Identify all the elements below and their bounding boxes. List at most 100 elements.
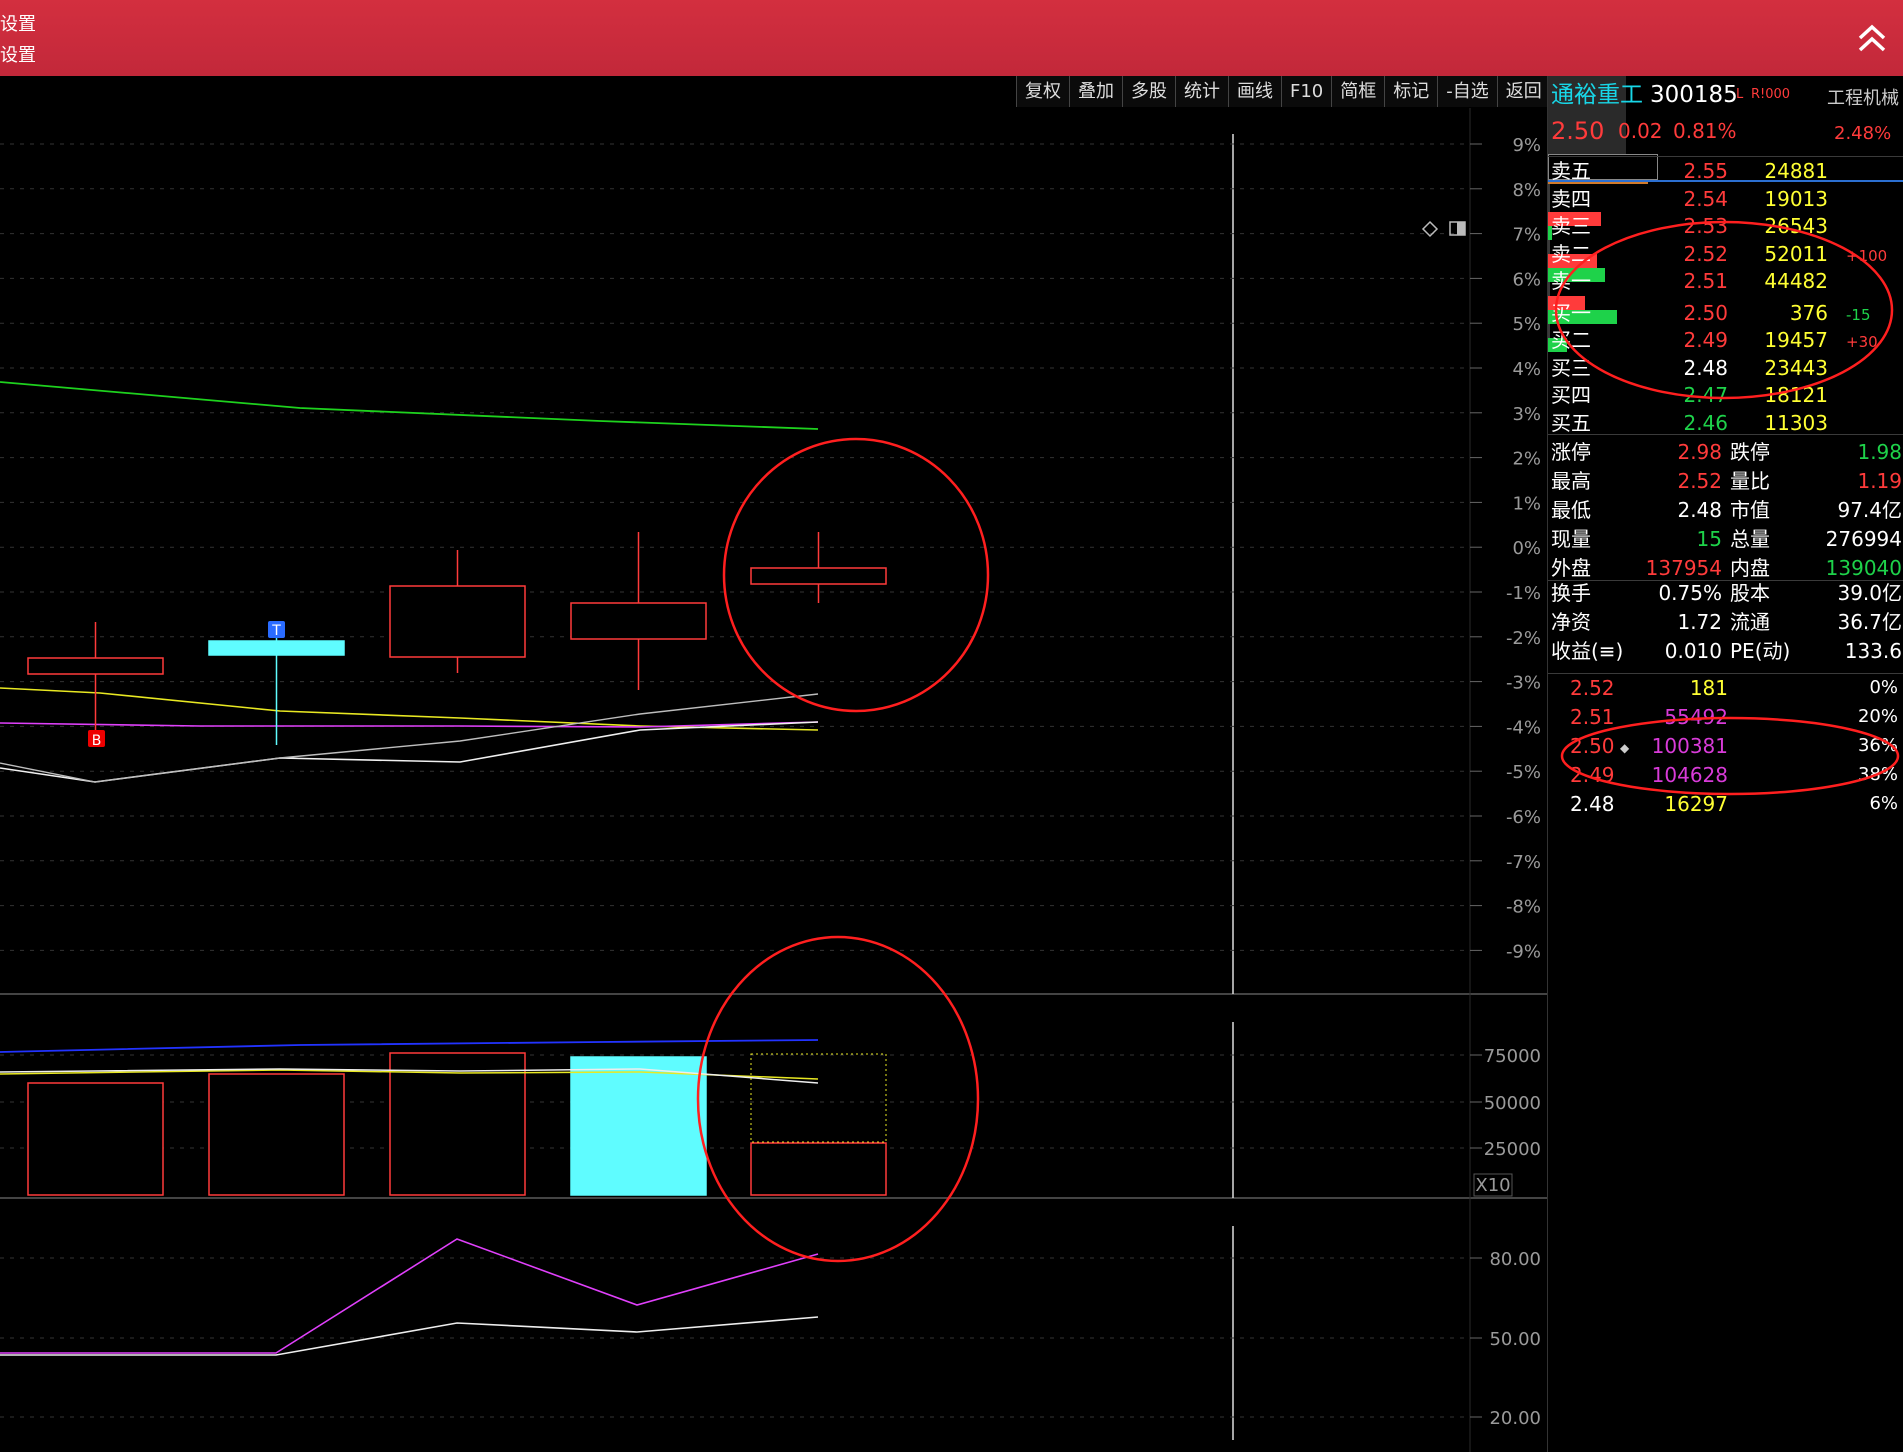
stat-label: 总量 — [1730, 527, 1770, 551]
orderbook-volume[interactable]: 18121 — [1728, 382, 1828, 408]
orderbook-volume[interactable]: 26543 — [1728, 213, 1828, 239]
stat-value: 36.7亿 — [1837, 610, 1902, 634]
pct-tick-label: -3% — [1506, 673, 1541, 694]
orderbook-price[interactable]: 2.52 — [1648, 241, 1728, 267]
kline-chart-area[interactable]: B T 9% 8% 7% 6% 5% 4% 3% 2% 1% 0% -1% -2% -3% -4% -5% -6… — [0, 108, 1547, 1452]
orderbook-price[interactable]: 2.53 — [1648, 213, 1728, 239]
toolbar-button-2[interactable]: 多股 — [1122, 76, 1175, 107]
dist-pct: 38% — [1857, 764, 1898, 785]
stat-value: 1.72 — [1677, 610, 1722, 634]
orderbook-change: +100 — [1846, 246, 1888, 265]
orderbook-volume[interactable]: 23443 — [1728, 355, 1828, 381]
orderbook-change: -15 — [1846, 305, 1871, 324]
orderbook-price[interactable]: 2.55 — [1648, 158, 1728, 184]
orderbook-volume[interactable]: 19013 — [1728, 186, 1828, 212]
ma-line-yellow — [0, 687, 819, 731]
orderbook-volume[interactable]: 376 — [1728, 300, 1828, 326]
orderbook-label: 买四 — [1551, 383, 1591, 407]
dist-price[interactable]: 2.48 — [1570, 791, 1615, 817]
orderbook-price[interactable]: 2.49 — [1648, 327, 1728, 353]
price-change: 0.02 — [1618, 119, 1663, 143]
stock-name[interactable]: 通裕重工 — [1551, 82, 1643, 108]
orderbook-price[interactable]: 2.54 — [1648, 186, 1728, 212]
stat-value: 39.0亿 — [1837, 581, 1902, 605]
pct-tick-label: 8% — [1512, 180, 1541, 201]
orderbook-volume[interactable]: 44482 — [1728, 268, 1828, 294]
candle-body — [27, 657, 164, 675]
dist-pct: 6% — [1869, 793, 1898, 814]
stat-label: 最高 — [1551, 469, 1591, 493]
toolbar-button-6[interactable]: 简框 — [1331, 76, 1385, 107]
pct-tick-label: 4% — [1512, 359, 1541, 380]
stat-label: 市值 — [1730, 498, 1770, 522]
candle-body — [389, 585, 526, 658]
orderbook-label: 卖一 — [1551, 269, 1591, 293]
current-price-marker: ◆ — [1620, 741, 1630, 755]
stat-value: 2.98 — [1677, 440, 1722, 464]
dist-bar-track — [1548, 324, 1550, 338]
stat-value: 139040 — [1825, 556, 1902, 580]
double-chevron-up-icon[interactable] — [1855, 18, 1889, 56]
dist-bar-track — [1548, 198, 1550, 212]
stat-value: 276994 — [1825, 527, 1902, 551]
quote-panel: 通裕重工 300185 L R!000 2.50 0.02 0.81% 工程机械 2.48% 卖五… — [1547, 76, 1903, 1452]
pct-tick-label: -9% — [1506, 941, 1541, 962]
orderbook-price[interactable]: 2.50 — [1648, 300, 1728, 326]
separator — [1548, 673, 1903, 674]
dist-price[interactable]: 2.51 — [1570, 704, 1615, 730]
dist-bar-track — [1548, 282, 1550, 296]
pct-tick-label: 6% — [1512, 269, 1541, 290]
stat-value: 0.010 — [1664, 639, 1722, 663]
ind-tick-label: 50.00 — [1489, 1329, 1541, 1350]
toolbar-button-9[interactable]: 返回 — [1496, 76, 1550, 107]
pct-tick-label: 2% — [1512, 449, 1541, 470]
stat-label: 股本 — [1730, 581, 1770, 605]
vol-multiplier: X10 — [1475, 1175, 1510, 1196]
dist-price[interactable]: 2.52 — [1570, 675, 1615, 701]
toolbar-button-3[interactable]: 统计 — [1175, 76, 1228, 107]
toolbar-button-1[interactable]: 叠加 — [1069, 76, 1122, 107]
stat-value: 1.19 — [1857, 469, 1902, 493]
orderbook-price[interactable]: 2.48 — [1648, 355, 1728, 381]
toolbar-button-0[interactable]: 复权 — [1016, 76, 1069, 107]
dist-volume: 181 — [1689, 676, 1728, 700]
orderbook-price[interactable]: 2.47 — [1648, 382, 1728, 408]
orderbook-volume[interactable]: 52011 — [1728, 241, 1828, 267]
dist-bar-track — [1548, 184, 1550, 198]
dist-pct: 0% — [1869, 677, 1898, 698]
separator — [1548, 156, 1903, 157]
orderbook-label: 买三 — [1551, 355, 1591, 380]
orderbook-volume[interactable]: 11303 — [1728, 410, 1828, 436]
toolbar-button-8[interactable]: -自选 — [1437, 76, 1497, 107]
stat-label: 量比 — [1730, 469, 1770, 493]
flag-r: R!000 — [1751, 87, 1791, 102]
stat-label: 内盘 — [1730, 556, 1770, 580]
orderbook-price[interactable]: 2.51 — [1648, 268, 1728, 294]
orderbook-volume[interactable]: 24881 — [1728, 158, 1828, 184]
toolbar-button-7[interactable]: 标记 — [1384, 76, 1438, 107]
stat-label: 涨停 — [1551, 440, 1591, 464]
orderbook-label: 卖四 — [1551, 186, 1591, 211]
orderbook-change: +30 — [1846, 333, 1878, 351]
stat-value: 15 — [1696, 527, 1722, 551]
ma-line-grey — [0, 693, 819, 783]
stat-value: 2.48 — [1677, 498, 1722, 522]
marker-b: B — [92, 733, 102, 749]
stat-label: 跌停 — [1730, 440, 1770, 464]
toolbar-button-5[interactable]: F10 — [1281, 76, 1332, 107]
orderbook-price[interactable]: 2.46 — [1648, 410, 1728, 436]
volume-bar — [750, 1142, 887, 1196]
orderbook-label: 买五 — [1551, 410, 1591, 435]
settings-label-2[interactable]: 设置 — [0, 41, 36, 67]
dist-price[interactable]: 2.50 — [1570, 733, 1615, 759]
volume-bar — [389, 1052, 526, 1196]
vol-tick-label: 25000 — [1484, 1139, 1541, 1160]
dist-volume: 104628 — [1651, 763, 1728, 787]
orderbook-volume[interactable]: 19457 — [1728, 327, 1828, 353]
pct-tick-label: 9% — [1512, 135, 1541, 156]
stat-label: 换手 — [1551, 581, 1591, 605]
stat-label: 最低 — [1551, 498, 1591, 522]
toolbar-button-4[interactable]: 画线 — [1228, 76, 1281, 107]
settings-label-1[interactable]: 设置 — [0, 10, 36, 36]
dist-price[interactable]: 2.49 — [1570, 762, 1615, 788]
